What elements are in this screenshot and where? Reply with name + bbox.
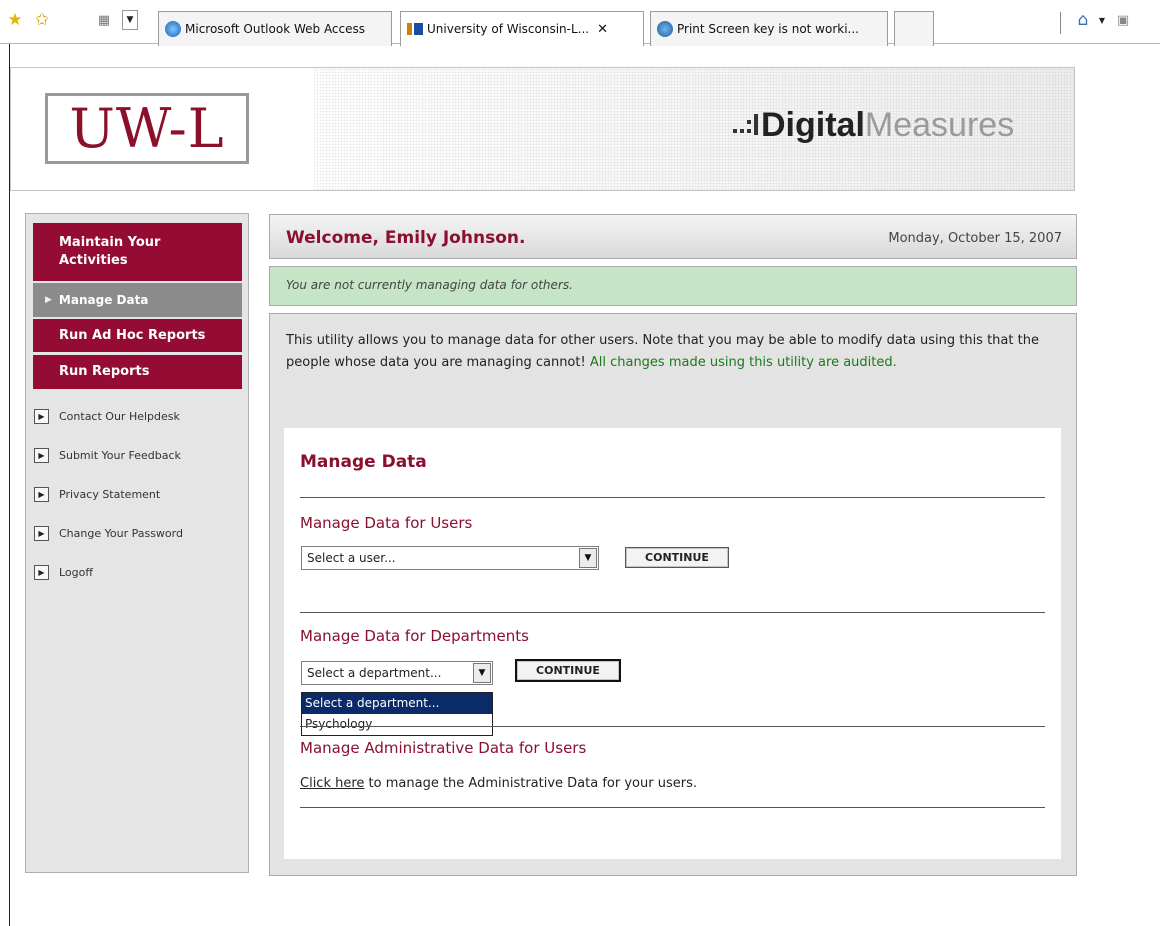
play-box-icon: ▶ xyxy=(34,486,49,502)
brand-light: Measures xyxy=(864,106,1015,144)
department-dropdown-list[interactable]: Select a department... Psychology xyxy=(301,692,493,736)
sidebar-item-label: Maintain Your Activities xyxy=(59,235,161,268)
sidebar-link-label: Submit Your Feedback xyxy=(59,448,181,462)
sidebar-item-label: Run Ad Hoc Reports xyxy=(59,327,206,343)
tab-list-dropdown-icon[interactable]: ▼ xyxy=(122,10,138,30)
sidebar-link-change-password[interactable]: ▶ Change Your Password xyxy=(34,524,183,542)
ie-icon xyxy=(165,21,181,37)
page-header: UW-L Digital Measures xyxy=(10,67,1075,191)
sidebar-link-label: Contact Our Helpdesk xyxy=(59,409,180,423)
digital-measures-logo: Digital Measures xyxy=(731,106,1014,145)
tab-label: University of Wisconsin-L... xyxy=(427,22,590,36)
uwl-logo: UW-L xyxy=(45,93,249,164)
tab-new[interactable] xyxy=(894,11,934,46)
home-dropdown-icon[interactable]: ▼ xyxy=(1096,9,1108,31)
welcome-bar: Welcome, Emily Johnson. Monday, October … xyxy=(269,214,1077,259)
sidebar-item-label: Manage Data xyxy=(58,293,149,307)
browser-tab-bar: ★ ✩ ▦ ▼ Microsoft Outlook Web Access Uni… xyxy=(0,0,1160,46)
toolbar-separator xyxy=(1060,12,1061,34)
sidebar-item-manage-data[interactable]: ▶ Manage Data xyxy=(33,283,242,317)
favorites-star-icon[interactable]: ★ xyxy=(4,9,26,31)
users-continue-button[interactable]: CONTINUE xyxy=(625,547,729,568)
globe-icon xyxy=(657,21,673,37)
sidebar: Maintain Your Activities ▶ Manage Data R… xyxy=(25,213,249,873)
play-box-icon: ▶ xyxy=(34,525,49,541)
digital-measures-favicon-icon xyxy=(407,23,423,35)
tab-outlook[interactable]: Microsoft Outlook Web Access xyxy=(158,11,392,46)
digital-measures-dots-icon xyxy=(731,111,759,141)
admin-click-here-link[interactable]: Click here xyxy=(300,776,364,791)
chevron-down-icon[interactable]: ▼ xyxy=(473,663,491,683)
department-select-value: Select a department... xyxy=(307,666,442,680)
user-select[interactable]: Select a user... ▼ xyxy=(301,546,599,570)
divider xyxy=(300,612,1045,613)
chevron-down-icon[interactable]: ▼ xyxy=(579,548,597,568)
tab-label: Print Screen key is not worki... xyxy=(677,22,859,36)
manage-departments-heading: Manage Data for Departments xyxy=(300,627,529,645)
divider xyxy=(300,497,1045,498)
tab-university[interactable]: University of Wisconsin-L... ✕ xyxy=(400,11,644,46)
sidebar-item-run-ad-hoc-reports[interactable]: Run Ad Hoc Reports xyxy=(33,319,242,352)
intro-text: This utility allows you to manage data f… xyxy=(286,330,1066,374)
tab-label: Microsoft Outlook Web Access xyxy=(185,22,366,36)
department-option[interactable]: Select a department... xyxy=(302,693,492,714)
add-favorites-icon[interactable]: ✩ xyxy=(30,9,54,31)
manage-data-panel: Manage Data Manage Data for Users Select… xyxy=(284,428,1061,859)
admin-description: Click here to manage the Administrative … xyxy=(300,776,697,791)
manage-admin-heading: Manage Administrative Data for Users xyxy=(300,739,587,757)
sidebar-item-maintain-activities[interactable]: Maintain Your Activities xyxy=(33,223,242,281)
play-box-icon: ▶ xyxy=(34,564,49,580)
welcome-title: Welcome, Emily Johnson. xyxy=(286,228,526,248)
admin-description-text: to manage the Administrative Data for yo… xyxy=(368,776,697,791)
play-arrow-icon: ▶ xyxy=(45,295,52,305)
tab-print-screen[interactable]: Print Screen key is not worki... xyxy=(650,11,888,46)
play-box-icon: ▶ xyxy=(34,408,49,424)
department-option[interactable]: Psychology xyxy=(302,714,492,735)
manage-data-title: Manage Data xyxy=(300,452,427,472)
department-select[interactable]: Select a department... ▼ xyxy=(301,661,493,685)
divider xyxy=(300,726,1045,727)
uwl-logo-text: UW-L xyxy=(69,96,225,160)
notice-text: You are not currently managing data for … xyxy=(286,278,573,292)
sidebar-link-label: Logoff xyxy=(59,565,93,579)
sidebar-link-helpdesk[interactable]: ▶ Contact Our Helpdesk xyxy=(34,407,180,425)
brand-bold: Digital xyxy=(761,106,865,144)
sidebar-link-logoff[interactable]: ▶ Logoff xyxy=(34,563,93,581)
user-select-value: Select a user... xyxy=(307,551,396,565)
departments-continue-button[interactable]: CONTINUE xyxy=(515,659,621,682)
sidebar-item-label: Run Reports xyxy=(59,364,150,379)
sidebar-link-feedback[interactable]: ▶ Submit Your Feedback xyxy=(34,446,181,464)
quick-tabs-icon[interactable]: ▦ xyxy=(94,9,114,31)
divider xyxy=(300,807,1045,808)
sidebar-item-run-reports[interactable]: Run Reports xyxy=(33,355,242,389)
close-tab-icon[interactable]: ✕ xyxy=(597,22,608,37)
sidebar-link-label: Change Your Password xyxy=(59,526,183,540)
play-box-icon: ▶ xyxy=(34,447,49,463)
audit-warning: All changes made using this utility are … xyxy=(589,355,897,370)
sidebar-link-label: Privacy Statement xyxy=(59,487,161,501)
feeds-icon[interactable]: ▣ xyxy=(1114,9,1132,31)
home-icon[interactable]: ⌂ xyxy=(1072,9,1094,31)
current-date: Monday, October 15, 2007 xyxy=(888,231,1062,246)
notice-banner: You are not currently managing data for … xyxy=(269,266,1077,306)
sidebar-link-privacy[interactable]: ▶ Privacy Statement xyxy=(34,485,160,503)
manage-users-heading: Manage Data for Users xyxy=(300,514,473,532)
